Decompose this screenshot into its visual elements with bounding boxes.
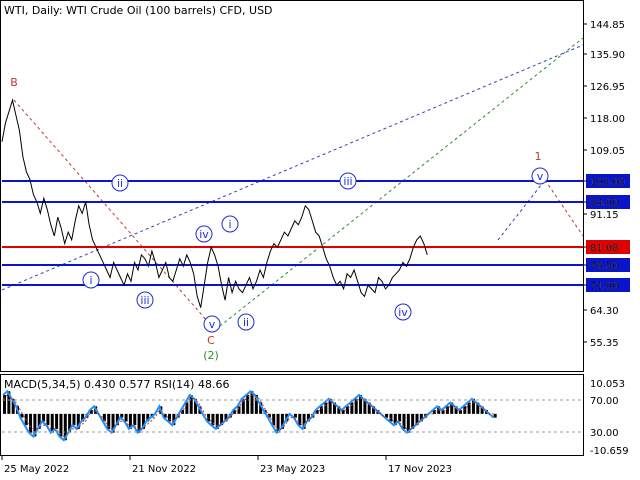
macd-bar (133, 413, 137, 426)
macd-bar (324, 402, 328, 414)
wave-label-10: iii (140, 294, 149, 307)
macd-bar (29, 413, 33, 433)
indicator-axis: 10.053 70.00 30.00 -10.659 (590, 379, 629, 457)
main-panel-frame (0, 0, 584, 372)
wave-label-4: iv (199, 228, 209, 241)
time-axis: 25 May 2022 21 Nov 2022 23 May 2023 17 Nov … (1, 456, 452, 475)
macd-bar (354, 398, 358, 414)
y-tick-11: 64.30 (590, 306, 619, 317)
macd-bar (42, 413, 46, 422)
trendline-red (13, 99, 216, 331)
macd-bar (185, 402, 189, 414)
indicator-series (2, 389, 583, 442)
macd-bar (72, 413, 76, 426)
macd-bar (350, 402, 354, 414)
macd-bar (59, 413, 63, 437)
chart-canvas: WTI, Daily: WTI Crude Oil (100 barrels) … (0, 0, 630, 475)
price-series (1, 98, 428, 308)
ind-tick-2: 30.00 (590, 428, 619, 439)
x-tick-1: 21 Nov 2022 (132, 464, 196, 475)
ind-tick-3: -10.659 (590, 446, 629, 457)
macd-bar (246, 395, 250, 414)
macd-bar (124, 413, 128, 422)
macd-bar (55, 413, 59, 429)
wave-label-6: v (209, 318, 216, 331)
trendline-upper (1, 44, 584, 291)
y-tick-1: 135.90 (590, 50, 625, 61)
wave-label-3: iii (343, 175, 352, 188)
wave-label-7: C (207, 334, 215, 347)
y-tick-9: 76.50 (590, 261, 619, 272)
y-tick-5: 100.00 (590, 177, 625, 188)
y-tick-6: 94.00 (590, 198, 619, 209)
wave-label-12: 1 (535, 150, 542, 163)
macd-bar (237, 406, 241, 414)
y-tick-12: 55.35 (590, 338, 619, 349)
y-tick-7: 91.15 (590, 210, 619, 221)
ind-tick-1: 70.00 (590, 396, 619, 407)
wave-label-0: B (10, 76, 18, 89)
wave-label-9: ii (243, 316, 249, 329)
y-tick-4: 109.05 (590, 146, 625, 157)
indicator-title: MACD(5,34,5) 0.430 0.577 RSI(14) 48.66 (4, 378, 229, 391)
y-tick-8: 81.08 (590, 243, 619, 254)
projection-red (544, 179, 584, 237)
y-tick-10: 71.00 (590, 281, 619, 292)
price-axis: 144.85 135.90 126.95 118.00 109.05 100.00 94.0… (583, 20, 625, 349)
x-tick-0: 25 May 2022 (4, 464, 69, 475)
wave-labels: BiiiiiiivivC(2)iiiiiiv1v (10, 76, 549, 362)
wave-label-1: ii (117, 177, 123, 190)
wave-label-5: i (228, 218, 231, 231)
y-tick-2: 126.95 (590, 82, 625, 93)
macd-bar (272, 413, 276, 426)
y-tick-3: 118.00 (590, 114, 625, 125)
x-tick-2: 23 May 2023 (260, 464, 325, 475)
macd-bar (402, 413, 406, 429)
wave-label-11: iv (398, 306, 408, 319)
macd-bar (46, 413, 50, 426)
wave-label-13: v (537, 170, 544, 183)
trendline-green (214, 37, 584, 331)
y-tick-0: 144.85 (590, 20, 625, 31)
wave-label-2: i (89, 274, 92, 287)
wave-label-8: (2) (203, 349, 219, 362)
x-tick-3: 17 Nov 2023 (388, 464, 452, 475)
ind-tick-0: 10.053 (590, 379, 625, 390)
main-chart-title: WTI, Daily: WTI Crude Oil (100 barrels) … (4, 4, 273, 17)
price-line (1, 98, 428, 308)
projection-blue (497, 179, 546, 241)
